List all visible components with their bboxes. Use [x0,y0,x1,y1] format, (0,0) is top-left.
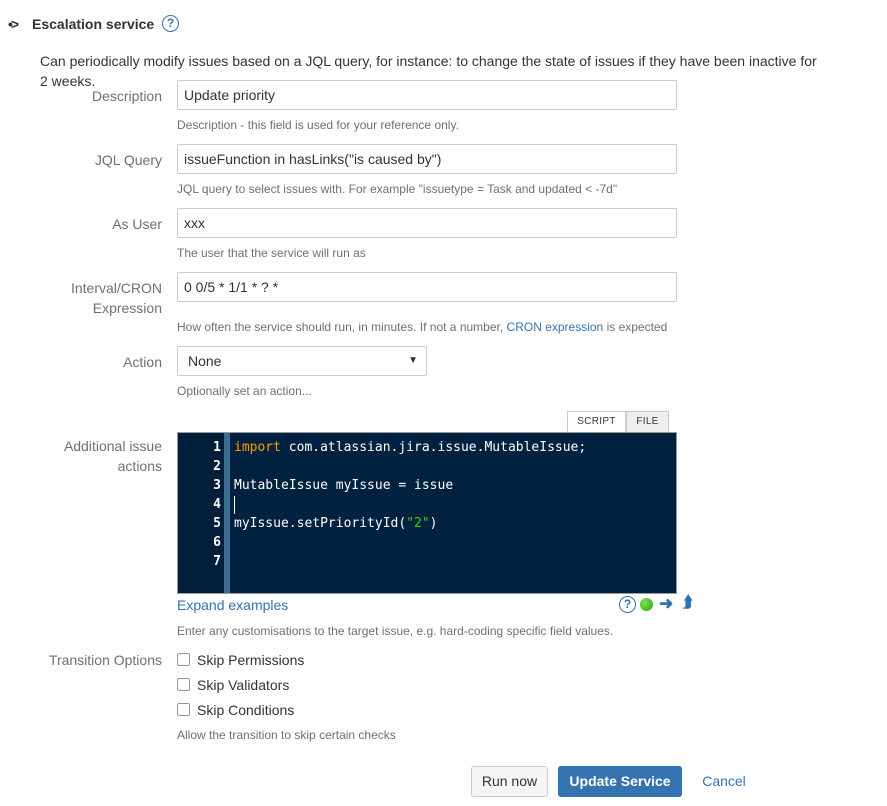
interval-cron-input[interactable]: 0 0/5 * 1/1 * ? * [177,272,677,302]
skip-conditions-checkbox[interactable] [177,703,190,716]
code-text: myIssue.setPriorityId( [234,516,407,531]
help-icon[interactable]: ? [162,15,179,32]
cancel-button[interactable]: Cancel [693,766,755,797]
chevron-down-icon: ▼ [408,355,418,366]
additional-actions-hint: Enter any customisations to the target i… [177,624,614,638]
jql-query-label: JQL Query [94,152,162,168]
code-line-5: myIssue.setPriorityId("2") [234,514,438,533]
help-icon[interactable]: ? [619,596,636,613]
additional-actions-label-line2: actions [117,458,162,474]
code-keyword: import [234,440,281,455]
interval-label-line2: Expression [92,300,162,316]
checkbox-label: Skip Conditions [197,702,295,718]
tab-file[interactable]: FILE [626,411,669,433]
line-number: 5 [213,516,221,531]
skip-permissions-checkbox[interactable] [177,653,190,666]
as-user-hint: The user that the service will run as [177,246,366,260]
action-hint: Optionally set an action... [177,384,312,398]
line-number: 7 [213,554,221,569]
update-service-button[interactable]: Update Service [558,766,682,797]
checkbox-label: Skip Validators [197,677,290,693]
description-input[interactable]: Update priority [177,80,677,110]
code-editor[interactable]: 1 2 3 4 5 6 7 import com.atlassian.jira.… [177,432,677,594]
section-title: Escalation service [32,16,155,32]
interval-label: Interval/CRON Expression [12,278,162,318]
line-number: 2 [213,459,221,474]
line-number: 4 [213,497,221,512]
expand-examples-link[interactable]: Expand examples [177,597,288,613]
action-selected-value: None [188,353,222,369]
interval-hint: How often the service should run, in min… [177,320,667,334]
line-number: 3 [213,478,221,493]
skip-validators-checkbox[interactable] [177,678,190,691]
code-line-1: import com.atlassian.jira.issue.MutableI… [234,438,586,457]
description-label: Description [91,88,162,104]
as-user-label: As User [112,216,162,232]
text-cursor [234,496,235,514]
collapse-arrow-icon[interactable]: •> [8,16,19,32]
tab-script[interactable]: SCRIPT [567,411,626,433]
additional-actions-label-line1: Additional issue [63,438,162,454]
run-now-button[interactable]: Run now [471,766,548,797]
action-select[interactable]: None ▼ [177,346,427,376]
line-number: 6 [213,535,221,550]
action-label: Action [123,354,162,370]
jql-query-hint: JQL query to select issues with. For exa… [177,182,618,196]
status-ok-icon [640,598,653,611]
description-hint: Description - this field is used for you… [177,118,459,132]
editor-toolbar: ? ➜ ⮭ [619,594,699,614]
arrow-right-icon[interactable]: ➜ [659,594,673,614]
as-user-input[interactable]: xxx [177,208,677,238]
line-number: 1 [213,440,221,455]
additional-actions-label: Additional issue actions [12,436,162,476]
transition-options-label: Transition Options [48,652,162,668]
interval-hint-prefix: How often the service should run, in min… [177,320,504,334]
transition-hint: Allow the transition to skip certain che… [177,728,396,742]
editor-gutter: 1 2 3 4 5 6 7 [178,433,224,593]
cron-expression-link[interactable]: CRON expression [507,320,604,334]
code-line-3: MutableIssue myIssue = issue [234,478,454,493]
code-string: "2" [406,516,430,531]
interval-hint-suffix: is expected [606,320,668,334]
checkbox-label: Skip Permissions [197,652,305,668]
editor-gutter-bar [224,433,230,593]
code-text: ) [429,516,438,531]
code-text: com.atlassian.jira.issue.MutableIssue; [280,440,587,455]
jql-query-input[interactable]: issueFunction in hasLinks("is caused by"… [177,144,677,174]
arrow-up-icon[interactable]: ⮭ [683,594,692,612]
interval-label-line1: Interval/CRON [70,280,162,296]
